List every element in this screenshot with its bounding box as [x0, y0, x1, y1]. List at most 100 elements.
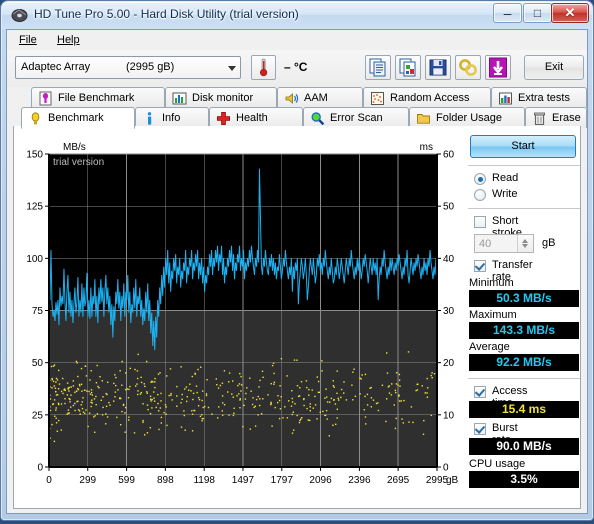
svg-text:MB/s: MB/s: [63, 142, 86, 153]
svg-text:299: 299: [79, 475, 96, 486]
settings-icon: [459, 59, 477, 76]
tab-info[interactable]: Info: [135, 107, 209, 128]
cpu-usage-label: CPU usage: [469, 458, 526, 470]
tab-disk-monitor-label: Disk monitor: [192, 92, 254, 104]
maximize-button[interactable]: □: [523, 3, 552, 23]
close-button[interactable]: ✕: [551, 3, 589, 23]
device-select[interactable]: Adaptec Array (2995 gB): [15, 56, 241, 79]
svg-text:75: 75: [32, 306, 44, 317]
maximum-value-box: 143.3 MB/s: [469, 322, 579, 339]
maximum-label: Maximum: [469, 309, 517, 321]
health-cross-icon: [217, 112, 230, 125]
minimize-icon: –: [503, 5, 512, 21]
short-stroke-unit: gB: [542, 237, 556, 249]
average-value: 92.2 MB/s: [496, 355, 552, 369]
erase-trash-icon: [534, 112, 545, 125]
tab-extra-tests-label: Extra tests: [518, 92, 570, 104]
menu-item-help-label: Help: [57, 34, 80, 46]
burst-rate-value: 90.0 MB/s: [496, 439, 552, 453]
tab-random-access[interactable]: Random Access: [363, 87, 491, 108]
access-time-value: 15.4 ms: [501, 402, 547, 416]
tab-info-label: Info: [162, 112, 181, 124]
thermometer-icon: [260, 58, 268, 77]
tab-row-lower: Benchmark Info Health Error Scan Folder …: [7, 107, 587, 129]
title-bar: HD Tune Pro 5.00 - Hard Disk Utility (tr…: [2, 2, 592, 29]
tab-benchmark[interactable]: Benchmark: [21, 107, 135, 129]
tab-aam[interactable]: AAM: [277, 87, 363, 108]
info-icon: [147, 112, 152, 125]
menu-item-file-label: File: [19, 34, 37, 46]
minimum-value-box: 50.3 MB/s: [469, 290, 579, 307]
cpu-usage-value: 3.5%: [510, 472, 538, 486]
aam-speaker-icon: [285, 93, 299, 104]
radio-read-indicator: [474, 173, 486, 185]
svg-text:0: 0: [443, 463, 449, 474]
menu-item-file[interactable]: File: [13, 33, 43, 47]
temperature-button[interactable]: [251, 55, 276, 80]
copy-image-button[interactable]: [395, 55, 421, 80]
tab-file-benchmark[interactable]: File Benchmark: [31, 87, 165, 108]
minimum-value: 50.3 MB/s: [496, 291, 552, 305]
tab-error-scan[interactable]: Error Scan: [303, 107, 409, 128]
menu-item-help[interactable]: Help: [51, 33, 86, 47]
tab-health-label: Health: [236, 112, 268, 124]
svg-text:50: 50: [443, 202, 455, 213]
client-area: File Help Adaptec Array (2995 gB) – °C E…: [6, 29, 588, 514]
checkbox-transfer-rate-indicator: [474, 260, 486, 272]
temperature-value: – °C: [284, 60, 308, 74]
svg-text:25: 25: [32, 410, 44, 421]
tab-file-benchmark-label: File Benchmark: [58, 92, 135, 104]
hdtune-icon: [11, 9, 28, 22]
svg-text:2396: 2396: [348, 475, 371, 486]
start-button[interactable]: Start: [470, 135, 576, 158]
maximum-value: 143.3 MB/s: [492, 323, 556, 337]
download-button[interactable]: [485, 55, 511, 80]
svg-text:40: 40: [443, 254, 455, 265]
average-label: Average: [469, 341, 510, 353]
save-icon: [429, 59, 447, 76]
svg-text:1497: 1497: [232, 475, 255, 486]
radio-write-indicator: [474, 189, 486, 201]
random-access-icon: [371, 92, 384, 105]
window-title: HD Tune Pro 5.00 - Hard Disk Utility (tr…: [34, 7, 299, 21]
svg-text:1797: 1797: [271, 475, 294, 486]
tab-disk-monitor[interactable]: Disk monitor: [165, 87, 277, 108]
svg-text:trial version: trial version: [53, 157, 104, 168]
download-icon: [489, 57, 507, 78]
benchmark-panel: trial version 0 25 50 75 100 125 150 0 10 20 30 40 50…: [13, 126, 581, 509]
save-button[interactable]: [425, 55, 451, 80]
benchmark-chart: trial version 0 25 50 75 100 125 150 0 10 20 30 40 50…: [20, 132, 458, 524]
chevron-down-icon: [228, 66, 236, 71]
short-stroke-value: 40: [479, 238, 492, 250]
device-capacity: (2995 gB): [126, 61, 175, 73]
svg-text:gB: gB: [446, 475, 458, 486]
average-value-box: 92.2 MB/s: [469, 354, 579, 371]
svg-text:898: 898: [157, 475, 174, 486]
access-time-value-box: 15.4 ms: [469, 401, 579, 418]
results-panel: Start Read Write Short stroke 40 gB Tran…: [466, 132, 584, 500]
tab-erase[interactable]: Erase: [525, 107, 587, 128]
settings-button[interactable]: [455, 55, 481, 80]
tab-folder-usage-label: Folder Usage: [436, 112, 503, 124]
tab-health[interactable]: Health: [209, 107, 303, 128]
svg-text:1198: 1198: [193, 475, 215, 486]
exit-button[interactable]: Exit: [524, 55, 584, 80]
copy-icon: [369, 58, 386, 77]
short-stroke-stepper[interactable]: 40: [474, 234, 534, 253]
checkbox-access-time-indicator: [474, 386, 486, 398]
tab-benchmark-label: Benchmark: [48, 112, 104, 124]
folder-usage-icon: [417, 114, 430, 124]
tab-extra-tests[interactable]: Extra tests: [491, 87, 587, 108]
svg-text:2695: 2695: [387, 475, 410, 486]
close-icon: ✕: [564, 5, 576, 20]
menu-bar: File Help: [7, 30, 587, 51]
divider-2: [468, 208, 580, 209]
short-stroke-spin-arrows[interactable]: [517, 235, 533, 252]
copy-button[interactable]: [365, 55, 391, 80]
minimize-button[interactable]: –: [493, 3, 522, 23]
svg-text:50: 50: [32, 358, 44, 369]
tab-folder-usage[interactable]: Folder Usage: [409, 107, 525, 128]
svg-text:2096: 2096: [309, 475, 332, 486]
svg-text:0: 0: [37, 463, 43, 474]
tab-random-access-label: Random Access: [390, 92, 470, 104]
